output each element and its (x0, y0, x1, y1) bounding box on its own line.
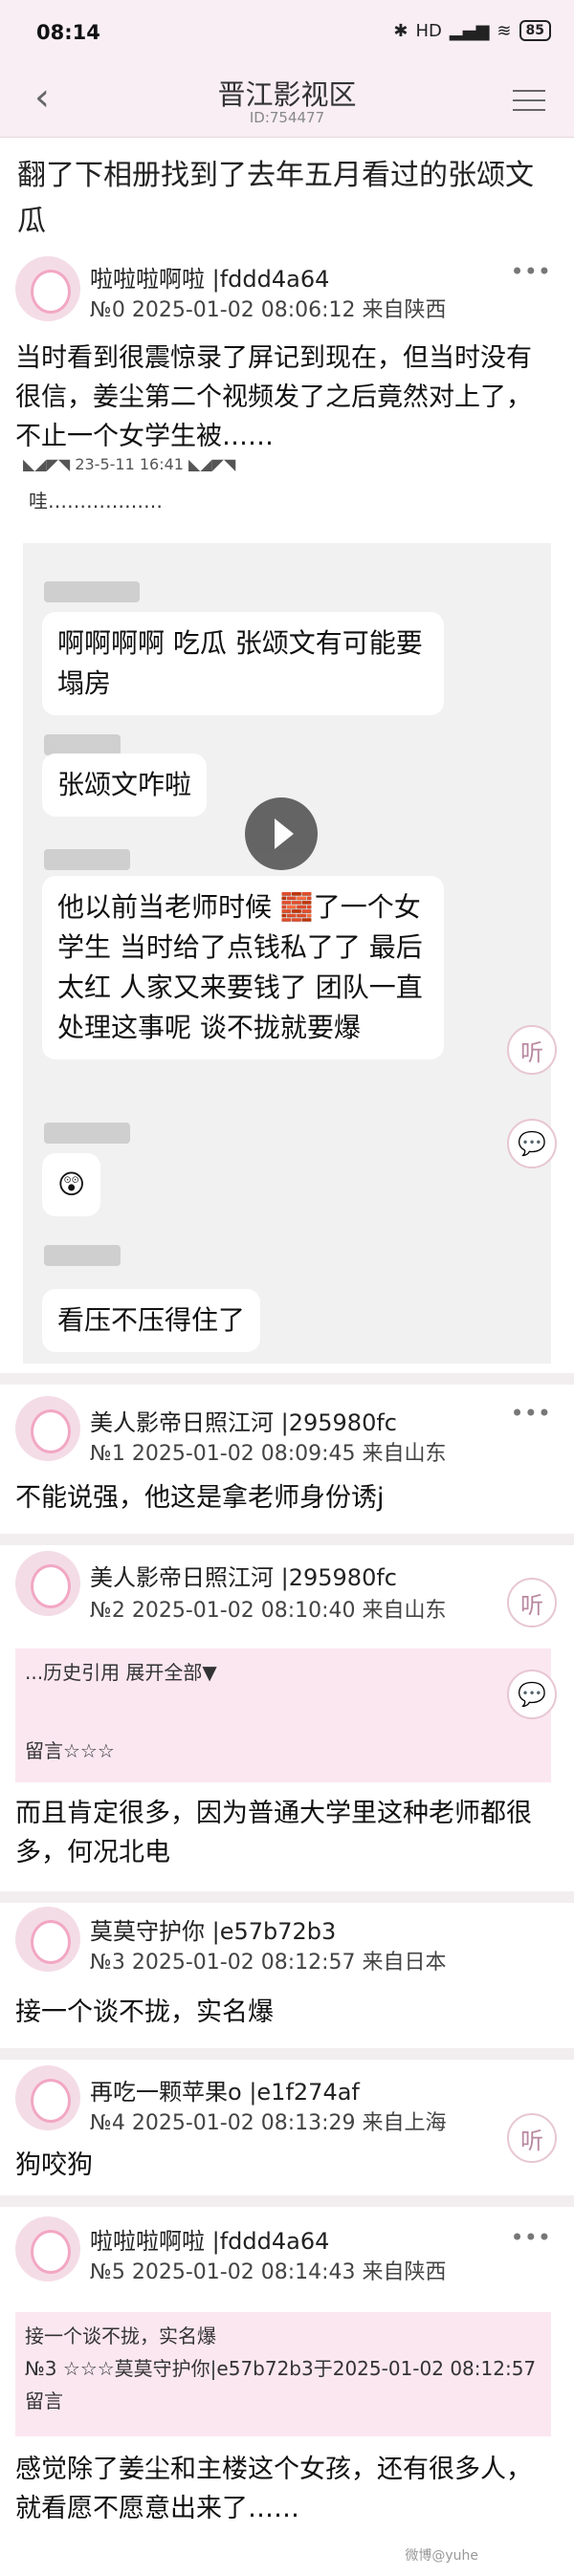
signal-icon: ▂▄▆ (449, 20, 490, 41)
battery-icon: 85 (519, 20, 551, 41)
screenshot-date: ◣◢◤◥ 23-5-11 16:41 ◣◢◤◥ (23, 455, 236, 473)
post-text: 当时看到很震惊录了屏记到现在，但当时没有很信，姜尘第二个视频发了之后竟然对上了，… (15, 343, 532, 451)
quote-text: 留言☆☆☆ (25, 1739, 115, 1762)
post-meta: №1 2025-01-02 08:09:45 来自山东 (90, 1442, 447, 1466)
chat-bubble: 他以前当老师时候 🧱了一个女学生 当时给了点钱私了了 最后太红 人家又来要钱了 … (42, 876, 444, 1059)
chat-bubble: 啊啊啊啊 吃瓜 张颂文有可能要塌房 (42, 612, 444, 715)
nav-title: 晋江影视区 (217, 78, 357, 111)
avatar[interactable] (15, 2065, 80, 2130)
listen-button[interactable]: 听 (507, 1578, 557, 1627)
post-user[interactable]: 美人影帝日照江河 |295980fc (90, 1559, 397, 1592)
post-meta: №0 2025-01-02 08:06:12 来自陕西 (90, 298, 447, 322)
quote-block: 接一个谈不拢，实名爆 №3 ☆☆☆莫莫守护你|e57b72b3于2025-01-… (15, 2312, 551, 2436)
divider (0, 1373, 574, 1385)
post-user[interactable]: 莫莫守护你 |e57b72b3 (90, 1912, 336, 1946)
quote-text: 接一个谈不拢，实名爆 (25, 2325, 216, 2347)
avatar[interactable] (15, 1551, 80, 1616)
status-icons: ✱ HD ▂▄▆ ≋ 85 (393, 20, 551, 41)
nav-id: ID:754477 (249, 109, 325, 126)
divider (0, 2048, 574, 2060)
thread-title: 翻了下相册找到了去年五月看过的张颂文瓜 (17, 159, 534, 238)
chat-bubble: 张颂文咋啦 (42, 753, 208, 817)
watermark-text: 微博@yuhe (405, 2548, 478, 2564)
avatar[interactable] (15, 1396, 80, 1461)
blurred-name (44, 1123, 130, 1144)
expand-history-link[interactable]: ...历史引用 展开全部▼ (25, 1656, 541, 1689)
blurred-name (44, 1245, 121, 1266)
listen-button[interactable]: 听 (507, 2113, 557, 2163)
more-icon[interactable]: ••• (511, 258, 551, 285)
post-meta: №3 2025-01-02 08:12:57 来自日本 (90, 1951, 447, 1975)
listen-button[interactable]: 听 (507, 1025, 557, 1075)
more-icon[interactable]: ••• (511, 1400, 551, 1427)
nav-bar: ‹ 晋江影视区 ID:754477 (0, 65, 574, 138)
divider (0, 1891, 574, 1903)
post-user[interactable]: 啦啦啦啊啦 |fddd4a64 (90, 2222, 329, 2256)
post-text: 接一个谈不拢，实名爆 (15, 1997, 274, 2027)
screenshot-text: 哇……………… (29, 490, 163, 513)
post-user[interactable]: 再吃一颗苹果o |e1f274af (90, 2073, 360, 2107)
avatar[interactable] (15, 256, 80, 321)
menu-icon[interactable] (513, 82, 545, 119)
post-meta: №5 2025-01-02 08:14:43 来自陕西 (90, 2260, 447, 2284)
post-meta: №2 2025-01-02 08:10:40 来自山东 (90, 1599, 447, 1623)
comment-button[interactable]: 💬 (507, 1119, 557, 1168)
bluetooth-icon: ✱ (393, 20, 408, 41)
time-text: 08:14 (36, 21, 100, 44)
blurred-name (44, 849, 130, 870)
wifi-icon: ≋ (497, 20, 512, 41)
avatar[interactable] (15, 1907, 80, 1972)
post-user[interactable]: 啦啦啦啊啦 |fddd4a64 (90, 260, 329, 294)
post-text: 狗咬狗 (15, 2150, 93, 2180)
comment-button[interactable]: 💬 (507, 1670, 557, 1719)
more-icon[interactable]: ••• (511, 2224, 551, 2251)
play-icon[interactable] (245, 797, 318, 870)
post-user[interactable]: 美人影帝日照江河 |295980fc (90, 1404, 397, 1437)
blurred-name (44, 581, 140, 602)
quote-block: ...历史引用 展开全部▼ 留言☆☆☆ (15, 1648, 551, 1782)
divider (0, 2195, 574, 2207)
post-text: 而且肯定很多，因为普通大学里这种老师都很多，何况北电 (15, 1799, 532, 1867)
hd-icon: HD (415, 20, 442, 41)
avatar[interactable] (15, 2216, 80, 2281)
chat-screenshot: 啊啊啊啊 吃瓜 张颂文有可能要塌房 张颂文咋啦 他以前当老师时候 🧱了一个女学生… (23, 543, 551, 1364)
quote-source: №3 ☆☆☆莫莫守护你|e57b72b3于2025-01-02 08:12:57… (25, 2357, 537, 2412)
chat-bubble: 看压不压得住了 (42, 1289, 261, 1352)
post-meta: №4 2025-01-02 08:13:29 来自上海 (90, 2111, 447, 2135)
blurred-name (44, 734, 121, 755)
status-bar: 08:14 ✱ HD ▂▄▆ ≋ 85 (0, 0, 574, 65)
post-text: 感觉除了姜尘和主楼这个女孩，还有很多人，就看愿不愿意出来了…… (15, 2455, 532, 2523)
chat-bubble: 😲 (42, 1153, 101, 1216)
post-text: 不能说强，他这是拿老师身份诱j (15, 1483, 385, 1513)
divider (0, 1534, 574, 1545)
